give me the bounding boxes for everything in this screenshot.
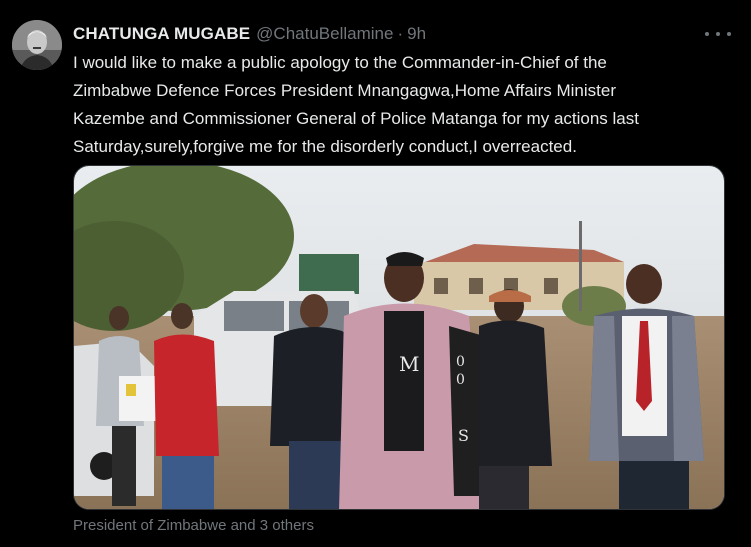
- tweet-photo[interactable]: 0 0 S M: [73, 165, 725, 510]
- svg-text:0: 0: [456, 372, 465, 388]
- timestamp[interactable]: 9h: [407, 24, 426, 44]
- author-handle[interactable]: @ChatuBellamine: [256, 24, 393, 44]
- more-options-icon[interactable]: [705, 26, 731, 42]
- svg-text:S: S: [458, 426, 469, 445]
- tweet-header: CHATUNGA MUGABE @ChatuBellamine · 9h: [73, 23, 691, 45]
- svg-text:0: 0: [456, 354, 465, 370]
- avatar[interactable]: [12, 20, 62, 70]
- separator-dot: ·: [397, 24, 404, 43]
- author-name[interactable]: CHATUNGA MUGABE: [73, 24, 250, 44]
- tweet-text: I would like to make a public apology to…: [73, 53, 639, 156]
- svg-text:M: M: [399, 352, 419, 376]
- tagged-people-link[interactable]: President of Zimbabwe and 3 others: [73, 517, 314, 534]
